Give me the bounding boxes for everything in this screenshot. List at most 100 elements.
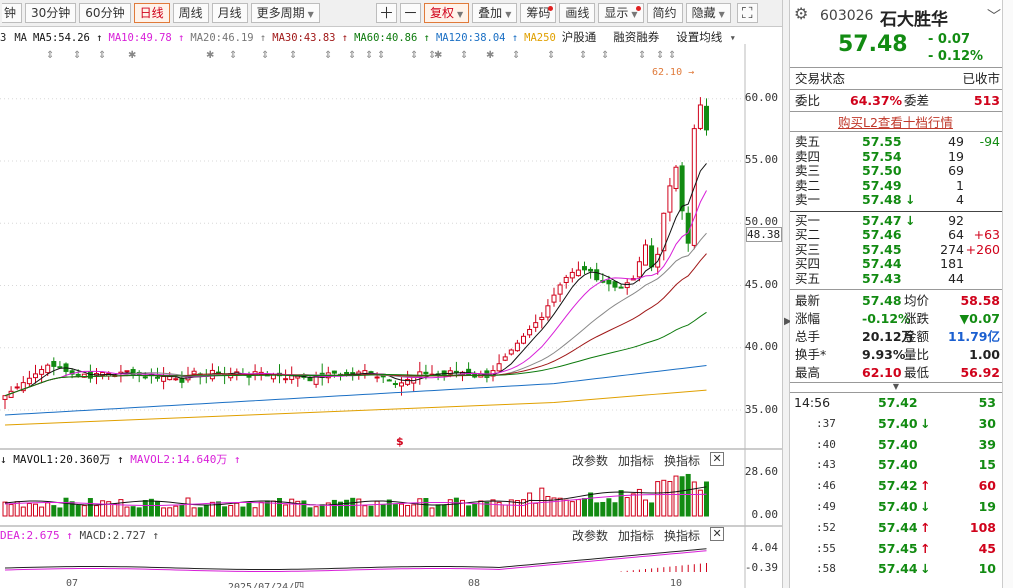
down-arrow-icon: ↓ bbox=[905, 212, 916, 228]
level-label: 卖二 bbox=[795, 177, 821, 193]
chevron-down-icon: ▼ bbox=[631, 10, 638, 19]
volume-bar bbox=[575, 499, 581, 517]
volume-bar bbox=[661, 479, 667, 517]
period-button[interactable]: 更多周期 ▼ bbox=[250, 3, 320, 23]
level-delta: +260 bbox=[965, 241, 1000, 257]
toolbar-button[interactable]: 隐藏 ▼ bbox=[685, 3, 731, 23]
stat-label: 总手 bbox=[795, 329, 821, 344]
ask-row[interactable]: 卖四 57.54 19 bbox=[790, 149, 1002, 165]
level-delta: +63 bbox=[973, 227, 1000, 242]
price-tick: 60.00 bbox=[744, 91, 778, 104]
ma-extra-link[interactable]: 设置均线 bbox=[676, 30, 722, 44]
event-marker-icon: ✱ bbox=[206, 50, 214, 61]
toolbar-button[interactable]: 复权 ▼ bbox=[424, 3, 470, 23]
bid-row[interactable]: 买一 57.47 ↓ 92 bbox=[790, 212, 1002, 229]
price-tick: 55.00 bbox=[744, 153, 778, 166]
chevron-down-icon[interactable]: ▾ bbox=[723, 32, 736, 44]
bid-row[interactable]: 买五 57.43 44 bbox=[790, 270, 1002, 287]
volume-bar bbox=[478, 500, 484, 517]
ma-extra-link[interactable]: 沪股通 bbox=[562, 30, 597, 44]
volume-bar bbox=[26, 503, 32, 517]
toolbar-button[interactable]: 叠加 ▼ bbox=[472, 3, 518, 23]
stats-row: 换手* 9.93% 量比 1.00 bbox=[790, 346, 1002, 364]
vol-axis-top: 28.60 bbox=[744, 465, 778, 478]
stat-value: 1.00 bbox=[969, 347, 1000, 362]
tick-volume: 30 bbox=[978, 415, 996, 431]
notification-dot-icon bbox=[635, 6, 641, 11]
tick-volume: 15 bbox=[978, 457, 996, 473]
event-marker-icon: ⇕ bbox=[512, 50, 520, 61]
macd-add-indicator-button[interactable]: 加指标 bbox=[618, 527, 654, 544]
ma-legend-item: MA10:49.78 ↑ bbox=[108, 32, 185, 44]
period-button[interactable]: 60分钟 bbox=[79, 3, 131, 23]
period-button[interactable]: 月线 bbox=[211, 3, 248, 23]
volume-bar bbox=[423, 498, 429, 517]
candle-body bbox=[704, 105, 709, 131]
candle-body bbox=[142, 376, 148, 379]
volume-bar bbox=[606, 498, 612, 517]
buy-l2-link[interactable]: 购买L2查看十档行情 bbox=[838, 112, 953, 133]
volume-bar bbox=[588, 492, 594, 517]
macd-modify-params-button[interactable]: 改参数 bbox=[572, 527, 608, 544]
expand-arrow-icon[interactable]: ▼ bbox=[790, 383, 1002, 392]
down-arrow-icon: ↓ bbox=[920, 498, 931, 514]
toolbar-button[interactable]: ＋ bbox=[376, 3, 397, 23]
down-arrow-icon: ↓ bbox=[920, 561, 931, 577]
settings-gear-icon[interactable]: ⚙ bbox=[794, 4, 808, 23]
vol-switch-indicator-button[interactable]: 换指标 bbox=[664, 452, 700, 469]
vol-close-icon[interactable]: ✕ bbox=[710, 452, 725, 466]
tick-row: :52 57.44 ↑ 108 bbox=[790, 518, 1002, 539]
ask-row[interactable]: 卖一 57.48 ↓ 4 bbox=[790, 192, 1002, 208]
toolbar-button[interactable]: 筹码 bbox=[520, 3, 557, 23]
stat-label: 涨幅 bbox=[795, 311, 821, 326]
macd-close-icon[interactable]: ✕ bbox=[710, 527, 725, 541]
candle-body bbox=[453, 370, 459, 373]
up-arrow-icon: ↑ bbox=[920, 519, 931, 535]
event-marker-icon: ⇕ bbox=[261, 50, 269, 61]
toolbar-button[interactable]: － bbox=[400, 3, 421, 23]
level-volume: 44 bbox=[948, 270, 964, 286]
bid-row[interactable]: 买三 57.45 274 +260 bbox=[790, 241, 1002, 258]
ask-row[interactable]: 卖三 57.50 69 bbox=[790, 163, 1002, 179]
event-marker-icon: ✱ bbox=[128, 50, 136, 61]
volume-bar bbox=[624, 497, 630, 517]
quote-header: ⚙ 603026 石大胜华 ﹀ 57.48 - 0.07 - 0.12% bbox=[790, 0, 1002, 68]
up-arrow-icon: ↑ bbox=[920, 478, 931, 494]
toolbar-button[interactable]: 显示 ▼ bbox=[598, 3, 644, 23]
stat-label: 金额 bbox=[904, 329, 930, 344]
macd-switch-indicator-button[interactable]: 换指标 bbox=[664, 527, 700, 544]
chevron-down-icon[interactable]: ﹀ bbox=[987, 6, 1001, 26]
candle-body bbox=[124, 370, 130, 373]
kline-chart[interactable]: ⇕ ⇕ ⇕ ✱ ✱ ⇕ ⇕ ⇕ ⇕ ⇕ ⇕ ⇕ ⇕ ⇕✱ ⇕ ✱ ⇕ ⇕ ⇕ ⇕ ⇕ ⇕ ⇕62.10 →$ bbox=[0, 44, 782, 588]
volume-bar bbox=[368, 505, 374, 517]
period-button[interactable]: 30分钟 bbox=[25, 3, 77, 23]
period-button[interactable]: 日线 bbox=[133, 3, 170, 23]
bid-row[interactable]: 买四 57.44 181 bbox=[790, 256, 1002, 272]
ma-extra-link[interactable]: 融资融券 bbox=[613, 30, 659, 44]
volume-bar bbox=[386, 499, 392, 517]
candle-body bbox=[521, 335, 526, 344]
panel-splitter[interactable]: ▶ bbox=[782, 0, 792, 588]
vol-add-indicator-button[interactable]: 加指标 bbox=[618, 452, 654, 469]
level-delta: -94 bbox=[979, 134, 1000, 149]
vol-modify-params-button[interactable]: 改参数 bbox=[572, 452, 608, 469]
toolbar-button[interactable]: ⛶ bbox=[736, 3, 758, 23]
toolbar-button[interactable]: 画线 bbox=[559, 3, 596, 23]
volume-bar bbox=[173, 505, 179, 517]
ask-row[interactable]: 卖二 57.49 1 bbox=[790, 177, 1002, 194]
ma-legend-item: MA30:43.83 ↑ bbox=[272, 32, 349, 44]
volume-bar bbox=[630, 493, 636, 517]
toolbar-button[interactable]: 简约 bbox=[646, 3, 683, 23]
period-button[interactable]: 钟 bbox=[2, 3, 23, 23]
level-label: 买三 bbox=[795, 241, 821, 257]
volume-bar bbox=[136, 507, 142, 517]
candle-body bbox=[14, 386, 20, 389]
stats-table: 最新 57.48 均价 58.58 涨幅 -0.12% 涨跌 ▼0.07 总手 20.12万 金额 1… bbox=[790, 290, 1002, 383]
ma-legend-item: MA20:46.19 ↑ bbox=[190, 32, 267, 44]
candle-body bbox=[679, 165, 685, 212]
ask-row[interactable]: 卖五 57.55 49 -94 bbox=[790, 134, 1002, 150]
period-button[interactable]: 周线 bbox=[172, 3, 209, 23]
stat-value: 11.79亿 bbox=[947, 329, 1000, 344]
volume-bar bbox=[191, 507, 197, 517]
bid-row[interactable]: 买二 57.46 64 +63 bbox=[790, 227, 1002, 243]
